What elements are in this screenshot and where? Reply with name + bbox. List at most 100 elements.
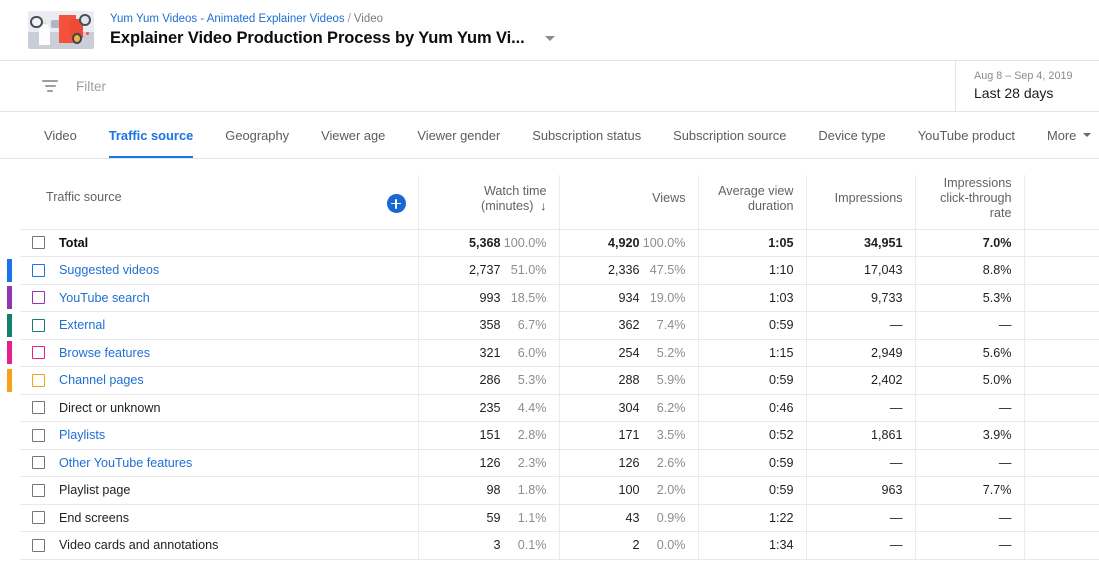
cell-views: 126 2.6% <box>559 449 699 477</box>
cell-impressions: 17,043 <box>806 256 916 285</box>
table-row[interactable]: Playlists 151 2.8% 171 3.5% 0:52 1,861 3.9% <box>20 421 1099 450</box>
row-checkbox[interactable] <box>32 456 45 470</box>
cell-watch-time-percent: 2.3% <box>517 455 547 470</box>
cell-avg-view-duration: 0:59 <box>698 449 807 477</box>
row-label: Video cards and annotations <box>59 538 219 553</box>
cell-watch-time-value: 286 <box>479 373 501 388</box>
add-circle-icon[interactable] <box>386 194 406 213</box>
cell-ctr: 5.3% <box>915 284 1025 312</box>
row-checkbox[interactable] <box>32 373 45 387</box>
cell-traffic-source: Other YouTube features <box>20 449 419 477</box>
filter-bar: Filter Aug 8 – Sep 4, 2019 Last 28 days <box>0 60 1099 112</box>
tab-device-type[interactable]: Device type <box>802 112 901 158</box>
row-label[interactable]: Browse features <box>59 346 150 360</box>
chevron-down-icon[interactable] <box>544 36 555 41</box>
tab-more[interactable]: More <box>1031 112 1099 158</box>
row-label: Direct or unknown <box>59 400 161 415</box>
cell-views: 2,336 47.5% <box>559 256 699 285</box>
cell-impressions: 2,949 <box>806 339 916 367</box>
cell-ctr-value: 7.7% <box>982 483 1012 498</box>
row-checkbox[interactable] <box>32 291 45 305</box>
cell-traffic-source: Playlist page <box>20 476 419 505</box>
chevron-down-icon[interactable] <box>1083 133 1092 137</box>
row-checkbox[interactable] <box>32 263 45 277</box>
table-row[interactable]: Playlist page 98 1.8% 100 2.0% 0:59 963 7.7% <box>20 476 1099 505</box>
row-checkbox[interactable] <box>32 538 45 552</box>
cell-empty <box>1024 256 1099 285</box>
table-row[interactable]: Other YouTube features 126 2.3% 126 2.6% 0:59… <box>20 449 1099 477</box>
cell-views-value: 2 <box>632 538 640 553</box>
cell-ctr-value: — <box>998 510 1012 525</box>
table-row[interactable]: Suggested videos 2,737 51.0% 2,336 47.5% 1:10… <box>7 256 1099 285</box>
table-row[interactable]: YouTube search 993 18.5% 934 19.0% 1:03 9,733 5… <box>7 284 1099 312</box>
row-label[interactable]: Other YouTube features <box>59 456 192 470</box>
table-row[interactable]: Direct or unknown 235 4.4% 304 6.2% 0:46 — — <box>20 394 1099 422</box>
cell-impressions-value: — <box>889 510 903 525</box>
tab-viewer-age[interactable]: Viewer age <box>305 112 401 158</box>
cell-avg-view-duration: 1:22 <box>698 504 807 532</box>
cell-views: 254 5.2% <box>559 339 699 367</box>
cell-avg-view-duration-value: 1:22 <box>768 510 794 525</box>
series-color-strip <box>7 286 12 309</box>
table-row[interactable]: End screens 59 1.1% 43 0.9% 1:22 — — <box>20 504 1099 532</box>
cell-watch-time-percent: 5.3% <box>517 373 547 388</box>
arrow-down-icon[interactable]: ↓ <box>541 199 547 214</box>
date-range-label: Last 28 days <box>974 85 1054 101</box>
video-thumbnail[interactable] <box>28 11 94 49</box>
cell-watch-time-value: 2,737 <box>468 263 501 278</box>
row-label[interactable]: Channel pages <box>59 373 144 387</box>
table-row[interactable]: Video cards and annotations 3 0.1% 2 0.0% 1:3… <box>20 531 1099 560</box>
column-header-impressions[interactable]: Impressions <box>806 175 916 230</box>
row-checkbox[interactable] <box>32 401 45 415</box>
column-header-ctr[interactable]: Impressions click-through rate <box>915 175 1025 230</box>
cell-impressions: 2,402 <box>806 366 916 395</box>
tab-label: Video <box>44 127 77 143</box>
tab-subscription-status[interactable]: Subscription status <box>516 112 657 158</box>
cell-watch-time-percent: 1.1% <box>517 510 547 525</box>
cell-traffic-source: Video cards and annotations <box>20 531 419 560</box>
column-header-watch-time[interactable]: Watch time (minutes) ↓ <box>418 175 560 230</box>
table-row[interactable]: Total 5,368 100.0% 4,920 100.0% 1:05 34,951 7.0… <box>20 229 1099 257</box>
cell-avg-view-duration: 1:34 <box>698 531 807 560</box>
row-checkbox[interactable] <box>32 483 45 497</box>
table-row[interactable]: Channel pages 286 5.3% 288 5.9% 0:59 2,402 5.0% <box>7 366 1099 395</box>
row-checkbox[interactable] <box>32 346 45 360</box>
column-header-traffic-source[interactable]: Traffic source <box>20 175 419 230</box>
date-range-selector[interactable]: Aug 8 – Sep 4, 2019 Last 28 days <box>955 61 1099 111</box>
breadcrumb-channel-link[interactable]: Yum Yum Videos - Animated Explainer Vide… <box>110 13 345 25</box>
cell-watch-time-percent: 1.8% <box>517 483 547 498</box>
cell-watch-time-value: 5,368 <box>468 235 501 250</box>
cell-views-value: 2,336 <box>607 263 640 278</box>
series-color-strip <box>7 313 12 337</box>
cell-avg-view-duration-value: 1:05 <box>768 235 794 250</box>
column-header-avg-view-duration[interactable]: Average view duration <box>698 175 807 230</box>
tab-youtube-product[interactable]: YouTube product <box>902 112 1031 158</box>
cell-watch-time-percent: 100.0% <box>503 235 547 250</box>
tab-traffic-source[interactable]: Traffic source <box>93 112 210 158</box>
cell-ctr-value: 8.8% <box>982 263 1012 278</box>
row-checkbox[interactable] <box>32 236 45 250</box>
row-label[interactable]: Playlists <box>59 428 105 442</box>
row-checkbox[interactable] <box>32 428 45 442</box>
filter-input[interactable]: Filter <box>76 79 106 94</box>
row-label[interactable]: YouTube search <box>59 291 150 305</box>
row-checkbox[interactable] <box>32 318 45 332</box>
row-label[interactable]: External <box>59 318 105 332</box>
column-header-views[interactable]: Views <box>559 175 699 230</box>
cell-avg-view-duration-value: 1:15 <box>768 345 794 360</box>
tab-video[interactable]: Video <box>28 112 93 158</box>
cell-ctr: — <box>915 449 1025 477</box>
row-label[interactable]: Suggested videos <box>59 263 159 277</box>
tab-viewer-gender[interactable]: Viewer gender <box>401 112 516 158</box>
table-row[interactable]: External 358 6.7% 362 7.4% 0:59 — — <box>7 311 1099 340</box>
tab-subscription-source[interactable]: Subscription source <box>657 112 802 158</box>
filter-input-area[interactable]: Filter <box>0 61 955 111</box>
cell-views: 362 7.4% <box>559 311 699 340</box>
tab-geography[interactable]: Geography <box>209 112 305 158</box>
row-checkbox[interactable] <box>32 511 45 525</box>
cell-ctr-value: 5.3% <box>982 290 1012 305</box>
cell-watch-time-percent: 51.0% <box>510 263 547 278</box>
tab-label: Subscription source <box>673 127 787 143</box>
table-row[interactable]: Browse features 321 6.0% 254 5.2% 1:15 2,949 5.… <box>7 339 1099 367</box>
tab-label: More <box>1046 127 1077 143</box>
